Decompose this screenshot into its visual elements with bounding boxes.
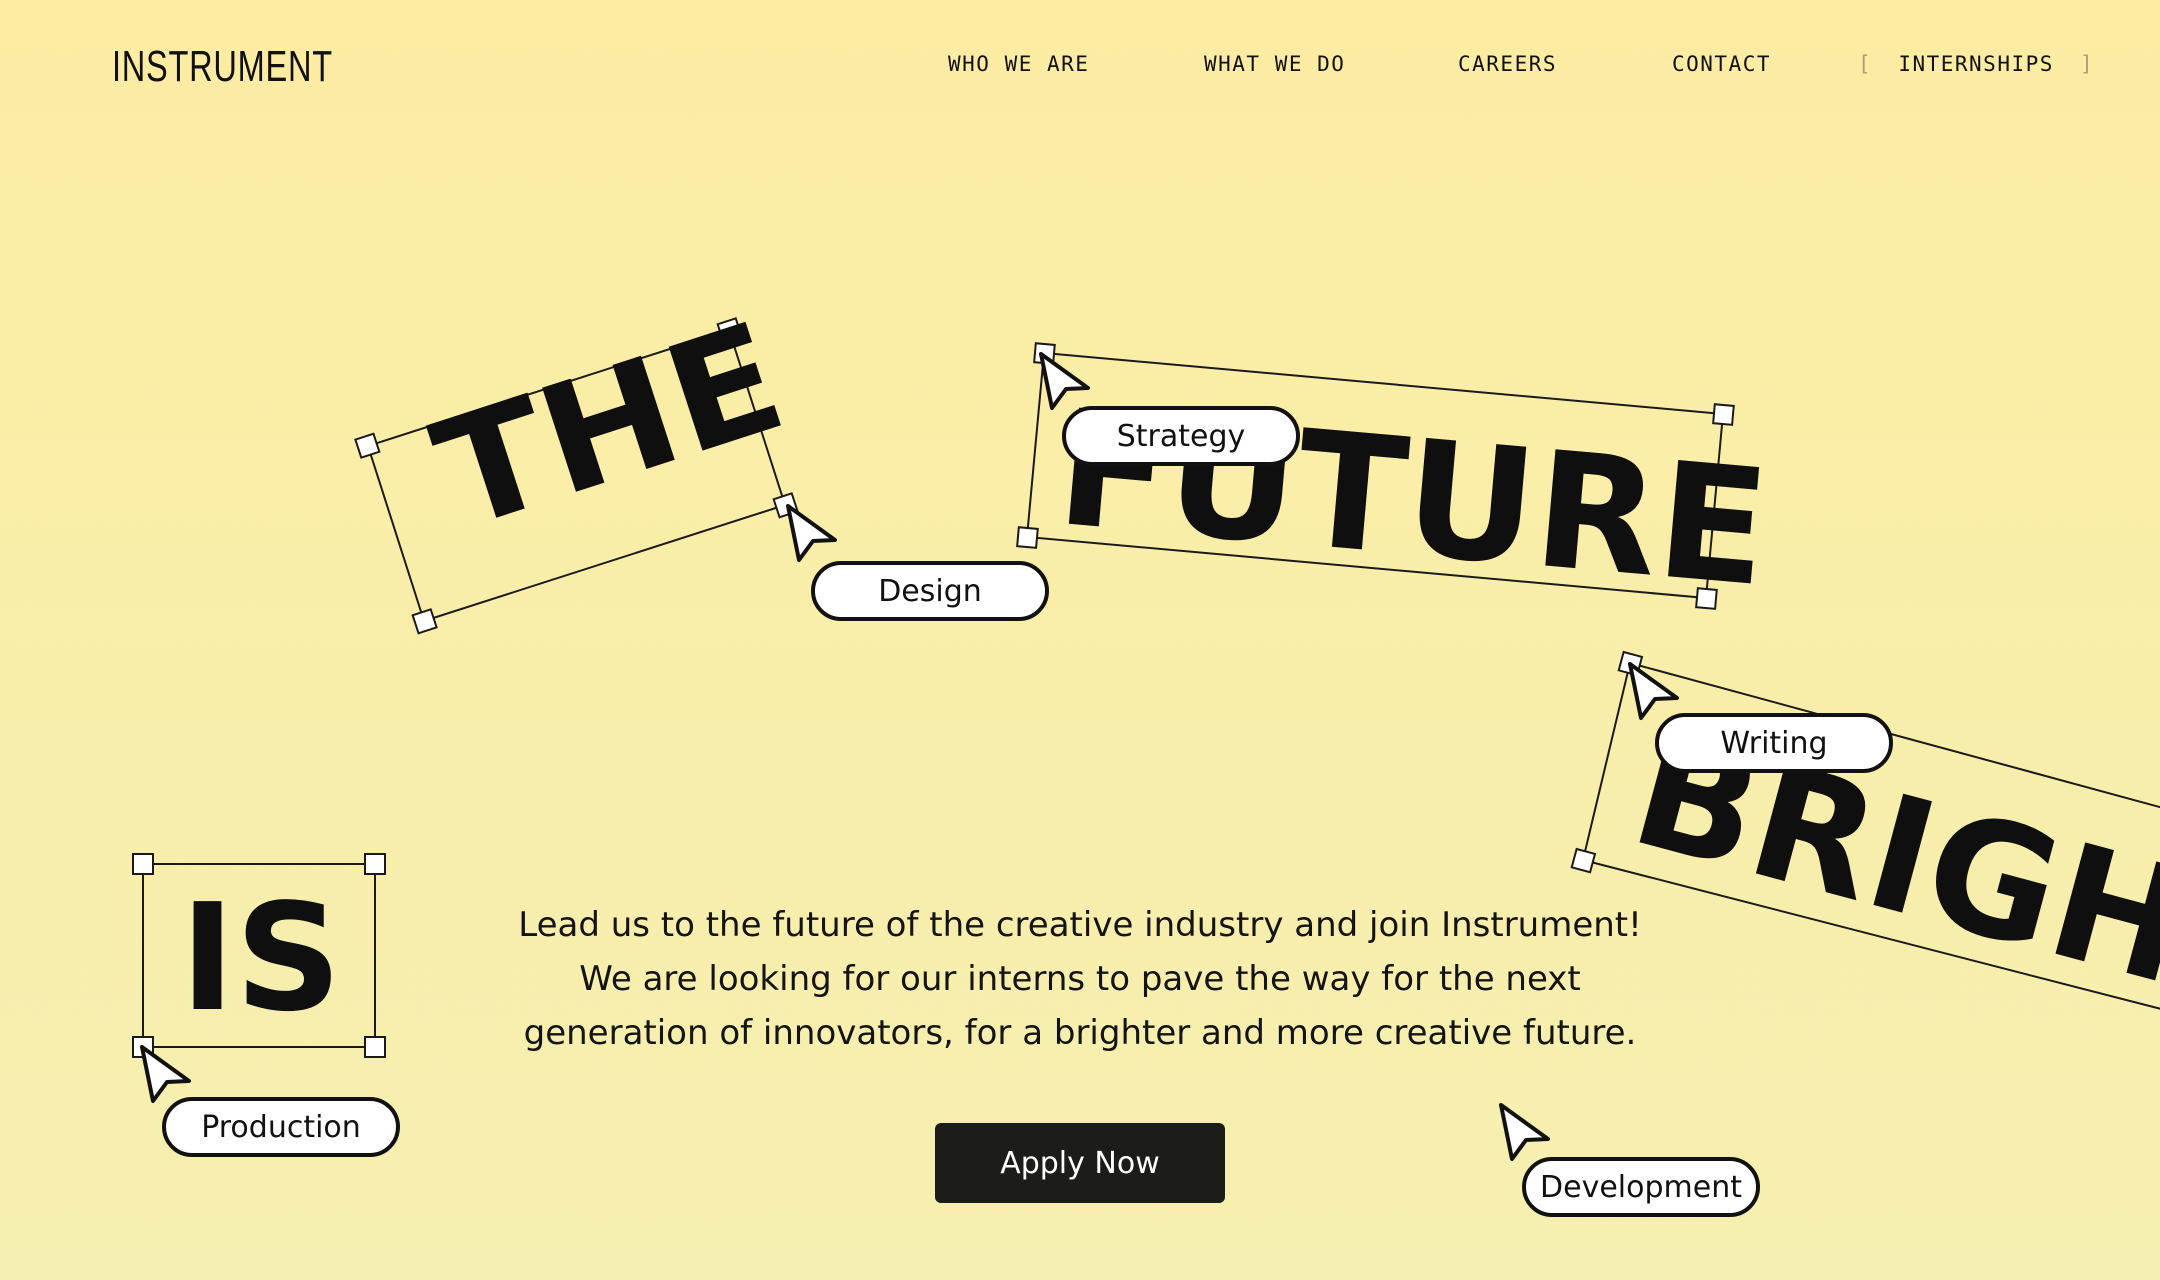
tag-production: Production	[162, 1097, 400, 1157]
intro-text: Lead us to the future of the creative in…	[480, 898, 1680, 1060]
handle[interactable]	[132, 853, 154, 875]
tag-strategy: Strategy	[1062, 406, 1300, 466]
cursor-arrow-icon	[140, 1045, 191, 1103]
cursor-arrow-icon	[1628, 662, 1679, 720]
handle[interactable]	[364, 853, 386, 875]
tag-writing: Writing	[1655, 713, 1893, 773]
tag-development: Development	[1522, 1157, 1760, 1217]
tag-design: Design	[811, 561, 1049, 621]
handle[interactable]	[354, 432, 381, 459]
handle[interactable]	[1016, 526, 1039, 549]
cursor-arrow-icon	[1039, 352, 1090, 410]
handle[interactable]	[411, 608, 438, 635]
intro-line: Lead us to the future of the creative in…	[518, 905, 1642, 945]
handle[interactable]	[364, 1036, 386, 1058]
handle[interactable]	[1712, 403, 1735, 426]
apply-now-button[interactable]: Apply Now	[935, 1123, 1225, 1203]
hero-word-is: IS	[180, 872, 342, 1044]
cursor-arrow-icon	[786, 504, 837, 562]
intro-line: We are looking for our interns to pave t…	[579, 959, 1581, 999]
selection-frames	[132, 317, 2160, 1058]
cursor-arrow-icon	[1499, 1103, 1550, 1161]
handle[interactable]	[1570, 847, 1597, 874]
intro-line: generation of innovators, for a brighter…	[523, 1013, 1637, 1053]
